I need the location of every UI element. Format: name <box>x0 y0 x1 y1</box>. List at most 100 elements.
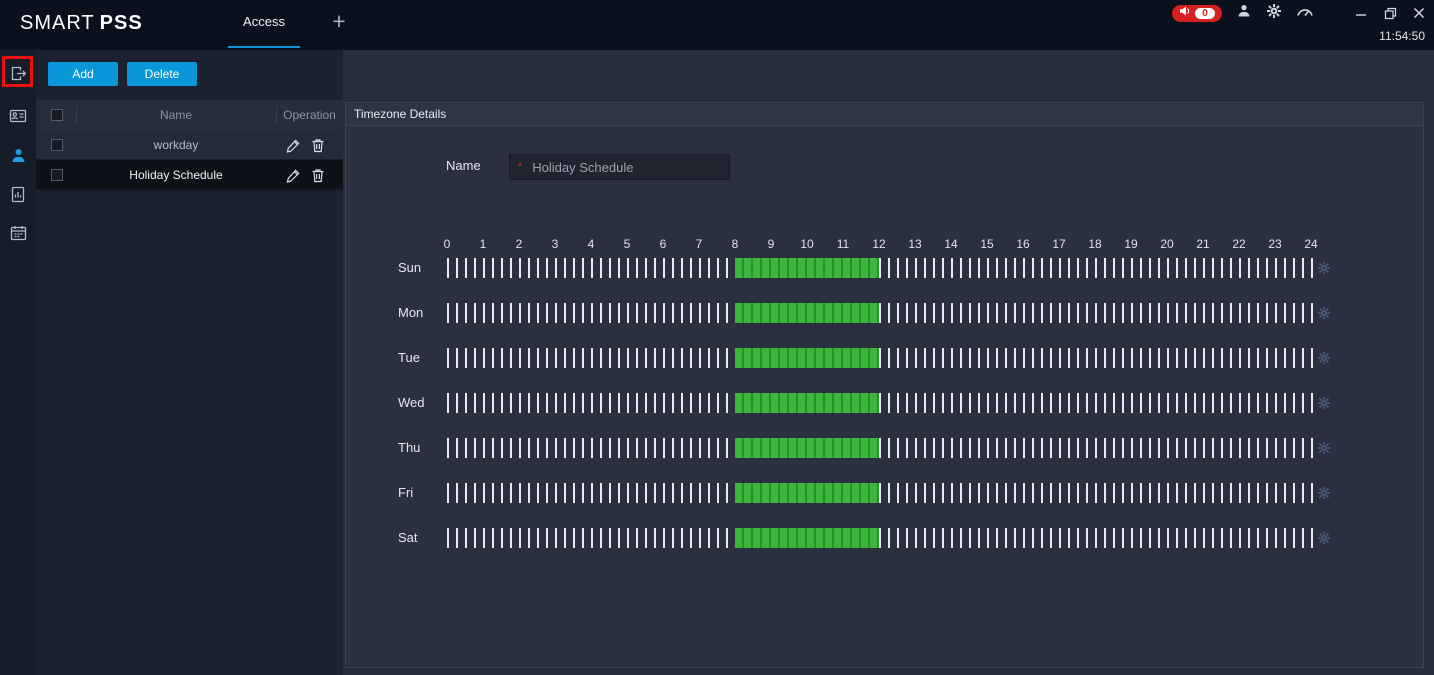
timeline-ticks[interactable] <box>447 348 1313 368</box>
restore-button[interactable] <box>1383 6 1397 20</box>
row-checkbox[interactable] <box>51 169 63 181</box>
hour-label: 5 <box>623 237 631 251</box>
hour-label: 10 <box>800 237 814 251</box>
timeline-day-row: Tue <box>346 348 1423 368</box>
smartpss-window: SMART PSS Access + 0 11:54:50 Add Delete… <box>0 0 1434 675</box>
timeline-ticks[interactable] <box>447 528 1313 548</box>
hour-label: 9 <box>767 237 775 251</box>
row-settings-gear-icon[interactable] <box>1317 396 1332 411</box>
day-label: Mon <box>398 305 424 320</box>
timeline-ticks[interactable] <box>447 438 1313 458</box>
name-field-label: Name <box>446 158 481 173</box>
sidebar-item-calendar[interactable] <box>0 216 36 250</box>
timezone-list-panel: Add Delete Name Operation workday Holida… <box>36 50 343 675</box>
alarm-notification-badge[interactable]: 0 <box>1172 4 1222 22</box>
hour-label: 14 <box>944 237 958 251</box>
schedule-period-bar[interactable] <box>735 258 879 278</box>
timezone-table: Name Operation workday Holiday Schedule <box>36 100 343 190</box>
app-logo: SMART PSS <box>20 12 143 35</box>
schedule-period-bar[interactable] <box>735 483 879 503</box>
timeline-ticks[interactable] <box>447 303 1313 323</box>
column-header-operation: Operation <box>283 108 336 122</box>
delete-button[interactable]: Delete <box>127 62 197 86</box>
day-label: Fri <box>398 485 414 500</box>
table-row-selected[interactable]: Holiday Schedule <box>36 160 343 190</box>
sidebar-item-user-active[interactable] <box>0 138 36 172</box>
hour-label: 6 <box>659 237 667 251</box>
day-label: Tue <box>398 350 420 365</box>
timeline-day-row: Sun <box>346 258 1423 278</box>
tab-access[interactable]: Access <box>228 0 300 48</box>
close-button[interactable] <box>1412 6 1426 20</box>
timeline-day-row: Fri <box>346 483 1423 503</box>
hour-label: 15 <box>980 237 994 251</box>
row-settings-gear-icon[interactable] <box>1317 351 1332 366</box>
hour-label: 11 <box>836 237 850 251</box>
minimize-button[interactable] <box>1354 6 1368 20</box>
timeline-ticks[interactable] <box>447 483 1313 503</box>
hour-label: 3 <box>551 237 559 251</box>
table-header: Name Operation <box>36 100 343 130</box>
notification-count: 0 <box>1195 7 1215 19</box>
row-settings-gear-icon[interactable] <box>1317 441 1332 456</box>
sidebar-item-report[interactable] <box>0 177 36 211</box>
performance-gauge-icon[interactable] <box>1296 3 1314 23</box>
schedule-period-bar[interactable] <box>735 303 879 323</box>
hour-label: 13 <box>908 237 922 251</box>
timeline-day-row: Thu <box>346 438 1423 458</box>
hour-label: 17 <box>1052 237 1066 251</box>
timeline-ticks[interactable] <box>447 258 1313 278</box>
schedule-period-bar[interactable] <box>735 528 879 548</box>
table-row[interactable]: workday <box>36 130 343 160</box>
sidebar-item-id-card[interactable] <box>0 99 36 133</box>
module-sidebar <box>0 50 36 675</box>
hour-label: 16 <box>1016 237 1030 251</box>
select-all-checkbox[interactable] <box>51 109 63 121</box>
timeline-ticks[interactable] <box>447 393 1313 413</box>
column-header-name: Name <box>159 108 192 122</box>
edit-pencil-icon[interactable] <box>285 137 301 153</box>
edit-pencil-icon[interactable] <box>285 167 301 183</box>
hour-label: 7 <box>695 237 703 251</box>
clock: 11:54:50 <box>1379 29 1425 43</box>
schedule-period-bar[interactable] <box>735 393 879 413</box>
delete-trash-icon[interactable] <box>310 137 326 153</box>
delete-trash-icon[interactable] <box>310 167 326 183</box>
schedule-period-bar[interactable] <box>735 438 879 458</box>
timeline-day-row: Wed <box>346 393 1423 413</box>
day-label: Wed <box>398 395 425 410</box>
row-settings-gear-icon[interactable] <box>1317 306 1332 321</box>
hour-label: 0 <box>443 237 451 251</box>
hour-label: 19 <box>1124 237 1138 251</box>
hour-label: 2 <box>515 237 523 251</box>
schedule-period-bar[interactable] <box>735 348 879 368</box>
timeline-day-row: Mon <box>346 303 1423 323</box>
red-highlight-box <box>2 56 33 87</box>
day-label: Sun <box>398 260 422 275</box>
day-label: Thu <box>398 440 421 455</box>
hour-labels: 0 1 2 3 4 5 6 7 8 9 10 11 12 13 14 15 16 17 18 19 20 21 22 23 24 <box>346 237 1423 253</box>
hour-label: 23 <box>1268 237 1282 251</box>
name-input[interactable]: * Holiday Schedule <box>509 154 730 180</box>
title-bar: SMART PSS Access + 0 11:54:50 <box>0 0 1434 50</box>
timezone-name: Holiday Schedule <box>129 168 223 182</box>
add-button[interactable]: Add <box>48 62 118 86</box>
row-checkbox[interactable] <box>51 139 63 151</box>
row-settings-gear-icon[interactable] <box>1317 261 1332 276</box>
row-settings-gear-icon[interactable] <box>1317 531 1332 546</box>
hour-label: 4 <box>587 237 595 251</box>
timezone-details-panel: Timezone Details Name * Holiday Schedule… <box>345 102 1424 668</box>
name-input-value: Holiday Schedule <box>532 159 634 175</box>
user-account-icon[interactable] <box>1236 3 1252 24</box>
row-settings-gear-icon[interactable] <box>1317 486 1332 501</box>
hour-label: 12 <box>872 237 886 251</box>
logo-text-pss: PSS <box>99 12 143 34</box>
hour-label: 20 <box>1160 237 1174 251</box>
new-tab-button[interactable]: + <box>326 8 352 34</box>
hour-label: 21 <box>1196 237 1210 251</box>
hour-label: 24 <box>1304 237 1318 251</box>
settings-gear-icon[interactable] <box>1266 3 1282 24</box>
logo-text-smart: SMART <box>20 12 95 34</box>
panel-title: Timezone Details <box>346 103 1423 126</box>
hour-label: 1 <box>479 237 487 251</box>
